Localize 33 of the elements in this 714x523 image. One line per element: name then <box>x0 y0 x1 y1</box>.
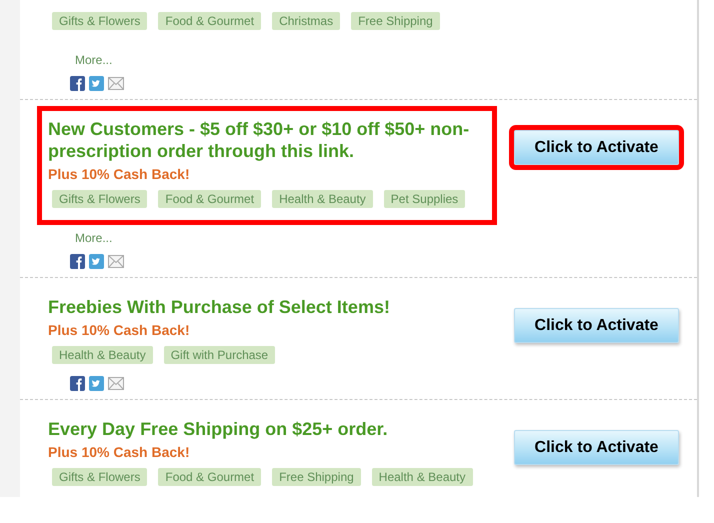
offer-title: Freebies With Purchase of Select Items! <box>48 296 391 318</box>
offer-title: Every Day Free Shipping on $25+ order. <box>48 418 389 440</box>
category-tag[interactable]: Gifts & Flowers <box>52 190 148 208</box>
category-tag[interactable]: Free Shipping <box>351 12 440 30</box>
facebook-icon[interactable] <box>70 254 85 269</box>
twitter-icon[interactable] <box>89 254 104 269</box>
cashback-text: Plus 10% Cash Back! <box>48 321 191 340</box>
category-tag[interactable]: Gifts & Flowers <box>52 12 148 30</box>
category-tag[interactable]: Health & Beauty <box>372 468 473 486</box>
cashback-text: Plus 10% Cash Back! <box>48 165 191 184</box>
category-tag[interactable]: Gifts & Flowers <box>52 468 148 486</box>
facebook-icon[interactable] <box>70 76 85 91</box>
offer-title: New Customers - $5 off $30+ or $10 off $50+ non-prescription order through this link. <box>48 118 470 162</box>
category-tag[interactable]: Health & Beauty <box>52 346 153 364</box>
mail-icon[interactable] <box>108 254 124 269</box>
facebook-icon[interactable] <box>70 376 85 391</box>
category-tag[interactable]: Food & Gourmet <box>158 190 262 208</box>
mail-icon[interactable] <box>108 376 124 391</box>
activate-button[interactable]: Click to Activate <box>514 430 679 465</box>
category-tag[interactable]: Christmas <box>272 12 340 30</box>
cashback-text: Plus 10% Cash Back! <box>48 443 191 462</box>
more-link[interactable]: More... <box>75 53 112 67</box>
mail-icon[interactable] <box>108 76 124 91</box>
category-tag[interactable]: Pet Supplies <box>384 190 466 208</box>
category-tag[interactable]: Health & Beauty <box>272 190 373 208</box>
more-link[interactable]: More... <box>75 231 112 245</box>
activate-button[interactable]: Click to Activate <box>514 308 679 343</box>
twitter-icon[interactable] <box>89 376 104 391</box>
category-tag[interactable]: Food & Gourmet <box>158 12 262 30</box>
category-tag[interactable]: Food & Gourmet <box>158 468 262 486</box>
twitter-icon[interactable] <box>89 76 104 91</box>
category-tag[interactable]: Gift with Purchase <box>164 346 276 364</box>
category-tag[interactable]: Free Shipping <box>272 468 361 486</box>
